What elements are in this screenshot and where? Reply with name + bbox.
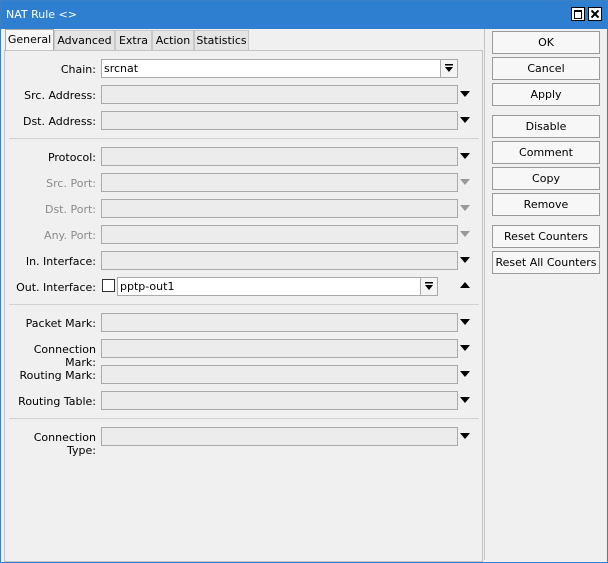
any-port-row: Any. Port: bbox=[5, 225, 482, 245]
tab-action[interactable]: Action bbox=[152, 30, 194, 50]
src-port-row: Src. Port: bbox=[5, 173, 482, 193]
connection-type-expand-icon[interactable] bbox=[460, 433, 470, 439]
separator bbox=[9, 418, 479, 419]
connection-mark-row: Connection Mark: bbox=[5, 339, 482, 369]
in-interface-row: In. Interface: bbox=[5, 251, 482, 271]
apply-button[interactable]: Apply bbox=[492, 83, 600, 106]
out-interface-collapse-icon[interactable] bbox=[460, 282, 470, 288]
reset-all-counters-button[interactable]: Reset All Counters bbox=[492, 251, 600, 274]
chain-dropdown-icon[interactable] bbox=[440, 60, 457, 77]
remove-button[interactable]: Remove bbox=[492, 193, 600, 216]
dst-port-label: Dst. Port: bbox=[44, 203, 96, 216]
src-port-label: Src. Port: bbox=[46, 177, 96, 190]
routing-mark-label: Routing Mark: bbox=[19, 369, 96, 382]
out-interface-dropdown-icon[interactable] bbox=[420, 278, 437, 295]
dst-address-row: Dst. Address: bbox=[5, 111, 482, 131]
connection-mark-field[interactable] bbox=[101, 339, 458, 358]
routing-table-row: Routing Table: bbox=[5, 391, 482, 411]
src-port-expand-icon bbox=[460, 179, 470, 185]
any-port-label: Any. Port: bbox=[44, 229, 96, 242]
any-port-expand-icon bbox=[460, 231, 470, 237]
cancel-button[interactable]: Cancel bbox=[492, 57, 600, 80]
comment-button[interactable]: Comment bbox=[492, 141, 600, 164]
src-address-field[interactable] bbox=[101, 85, 458, 104]
tab-advanced[interactable]: Advanced bbox=[54, 30, 115, 50]
any-port-field bbox=[101, 225, 458, 244]
dst-address-expand-icon[interactable] bbox=[460, 117, 470, 123]
out-interface-invert-checkbox[interactable] bbox=[102, 279, 115, 292]
disable-button[interactable]: Disable bbox=[492, 115, 600, 138]
connection-type-field[interactable] bbox=[101, 427, 458, 446]
copy-button[interactable]: Copy bbox=[492, 167, 600, 190]
connection-type-row: Connection Type: bbox=[5, 427, 482, 457]
dst-port-field bbox=[101, 199, 458, 218]
dst-address-field[interactable] bbox=[101, 111, 458, 130]
separator bbox=[9, 304, 479, 305]
chain-select[interactable]: srcnat bbox=[101, 59, 458, 78]
general-panel: Chain: srcnat Src. Address: Dst. Address… bbox=[4, 50, 483, 562]
routing-table-label: Routing Table: bbox=[18, 395, 96, 408]
tab-extra[interactable]: Extra bbox=[115, 30, 152, 50]
tab-statistics[interactable]: Statistics bbox=[194, 30, 249, 50]
separator bbox=[9, 138, 479, 139]
in-interface-field[interactable] bbox=[101, 251, 458, 270]
ok-button[interactable]: OK bbox=[492, 31, 600, 54]
reset-counters-button[interactable]: Reset Counters bbox=[492, 225, 600, 248]
protocol-expand-icon[interactable] bbox=[460, 153, 470, 159]
protocol-label: Protocol: bbox=[47, 151, 96, 164]
src-port-field bbox=[101, 173, 458, 192]
connection-type-label: Connection Type: bbox=[33, 431, 96, 457]
tab-general[interactable]: General bbox=[5, 29, 54, 51]
in-interface-expand-icon[interactable] bbox=[460, 257, 470, 263]
maximize-icon[interactable] bbox=[571, 7, 585, 21]
out-interface-row: Out. Interface: pptp-out1 bbox=[5, 277, 482, 297]
protocol-field[interactable] bbox=[101, 147, 458, 166]
routing-mark-expand-icon[interactable] bbox=[460, 371, 470, 377]
panel-divider bbox=[484, 29, 485, 560]
window-title: NAT Rule <> bbox=[6, 8, 77, 21]
packet-mark-expand-icon[interactable] bbox=[460, 319, 470, 325]
routing-table-expand-icon[interactable] bbox=[460, 397, 470, 403]
out-interface-select[interactable]: pptp-out1 bbox=[117, 277, 438, 296]
connection-mark-expand-icon[interactable] bbox=[460, 345, 470, 351]
routing-table-field[interactable] bbox=[101, 391, 458, 410]
in-interface-label: In. Interface: bbox=[25, 255, 96, 268]
chain-value: srcnat bbox=[104, 62, 139, 75]
src-address-row: Src. Address: bbox=[5, 85, 482, 105]
routing-mark-field[interactable] bbox=[101, 365, 458, 384]
dst-address-label: Dst. Address: bbox=[22, 115, 96, 128]
nat-rule-window: NAT Rule <> General Advanced Extra Actio… bbox=[0, 0, 608, 563]
protocol-row: Protocol: bbox=[5, 147, 482, 167]
title-bar[interactable]: NAT Rule <> bbox=[1, 1, 607, 29]
out-interface-value: pptp-out1 bbox=[120, 280, 175, 293]
src-address-label: Src. Address: bbox=[24, 89, 96, 102]
packet-mark-label: Packet Mark: bbox=[25, 317, 96, 330]
dst-port-row: Dst. Port: bbox=[5, 199, 482, 219]
out-interface-label: Out. Interface: bbox=[16, 281, 96, 294]
src-address-expand-icon[interactable] bbox=[460, 91, 470, 97]
routing-mark-row: Routing Mark: bbox=[5, 365, 482, 385]
chain-row: Chain: srcnat bbox=[5, 59, 482, 79]
close-icon[interactable] bbox=[588, 7, 602, 21]
chain-label: Chain: bbox=[60, 63, 96, 76]
packet-mark-row: Packet Mark: bbox=[5, 313, 482, 333]
dst-port-expand-icon bbox=[460, 205, 470, 211]
packet-mark-field[interactable] bbox=[101, 313, 458, 332]
